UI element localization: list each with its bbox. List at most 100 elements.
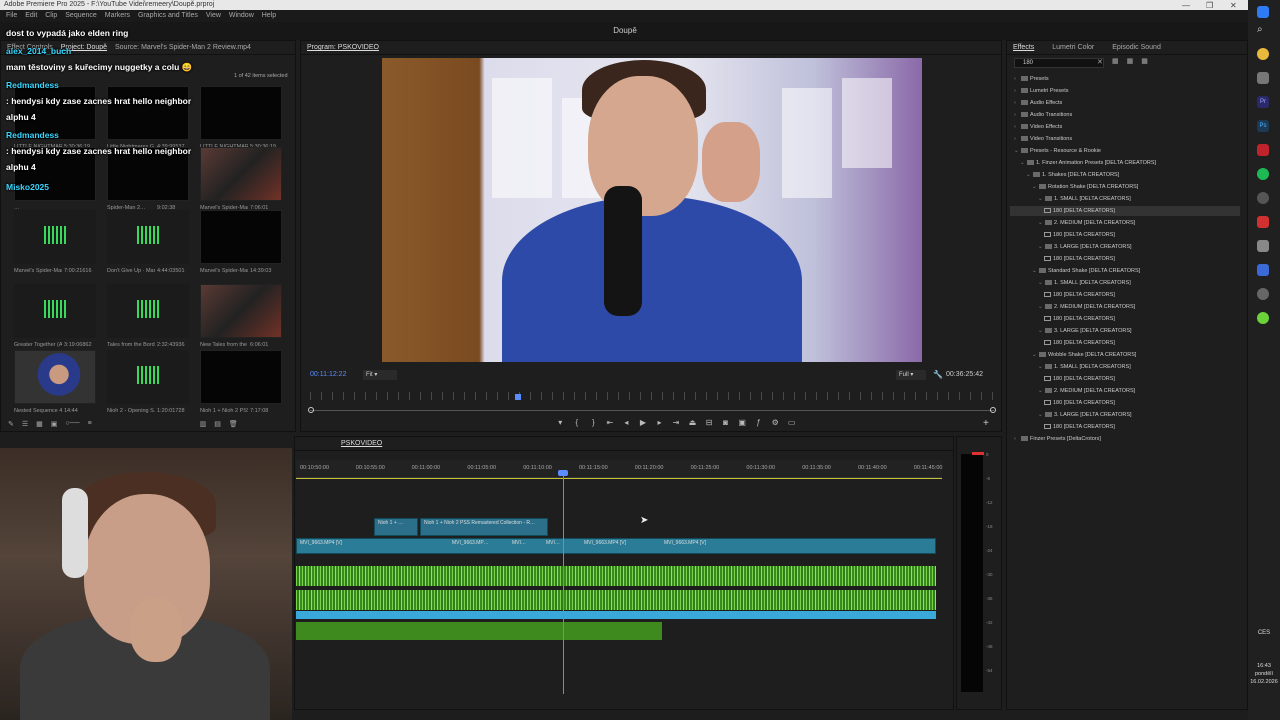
extract-icon[interactable]: ⊟ <box>705 418 714 428</box>
project-item-thumbnail[interactable] <box>107 210 189 264</box>
work-area-bar[interactable] <box>296 478 942 479</box>
comparison-view-icon[interactable]: ▣ <box>738 418 747 428</box>
menu-view[interactable]: View <box>206 12 221 19</box>
effects-folder[interactable]: ⌄ 3. LARGE [DELTA CREATORS] <box>1038 244 1132 250</box>
step-back-icon[interactable]: ◂ <box>622 418 631 428</box>
language-indicator[interactable]: CES <box>1252 630 1276 636</box>
scroll-handle-right[interactable] <box>990 407 996 413</box>
fx-toggle-icon[interactable]: ƒ <box>754 418 763 428</box>
scroll-handle-left[interactable] <box>308 407 314 413</box>
list-view-icon[interactable]: ☰ <box>22 420 28 430</box>
close-icon[interactable]: ✕ <box>1230 1 1237 10</box>
collapse-icon[interactable]: ⌄ <box>1032 184 1039 190</box>
project-item-thumbnail[interactable] <box>200 284 282 338</box>
effect-preset-item[interactable]: 180 [DELTA CREATORS] <box>1044 208 1115 214</box>
effects-folder[interactable]: › Lumetri Presets <box>1014 88 1069 94</box>
expand-icon[interactable]: › <box>1014 136 1021 142</box>
export-frame-icon[interactable]: ◙ <box>721 418 730 428</box>
effects-folder[interactable]: › Audio Transitions <box>1014 112 1072 118</box>
effects-folder[interactable]: ⌄ 2. MEDIUM [DELTA CREATORS] <box>1038 304 1135 310</box>
collapse-icon[interactable]: ⌄ <box>1032 268 1039 274</box>
project-item-thumbnail[interactable] <box>107 86 189 140</box>
new-item-icon[interactable]: ▤ <box>214 420 221 430</box>
clock[interactable]: 16:43 pondělí 16.02.2026 <box>1250 662 1278 686</box>
collapse-icon[interactable]: ⌄ <box>1038 328 1045 334</box>
tab-program[interactable]: Program: PSKOVIDEO <box>307 44 379 51</box>
tab-effects[interactable]: Effects <box>1013 44 1034 51</box>
program-playhead[interactable] <box>515 394 521 400</box>
collapse-icon[interactable]: ⌄ <box>1014 148 1021 154</box>
audio-track-1[interactable] <box>296 566 936 586</box>
lift-icon[interactable]: ⏏ <box>688 418 697 428</box>
effects-folder[interactable]: › Finzer Presets [DeltaCrotors] <box>1014 436 1101 442</box>
effect-preset-item[interactable]: 180 [DELTA CREATORS] <box>1044 424 1115 430</box>
new-bin-icon[interactable]: ▥ <box>200 420 207 430</box>
go-to-out-icon[interactable]: ⇥ <box>672 418 681 428</box>
effect-preset-item[interactable]: 180 [DELTA CREATORS] <box>1044 400 1115 406</box>
expand-icon[interactable]: › <box>1014 88 1021 94</box>
menu-markers[interactable]: Markers <box>105 12 130 19</box>
expand-icon[interactable]: › <box>1014 124 1021 130</box>
effects-folder[interactable]: ⌄ 1. Shakes [DELTA CREATORS] <box>1026 172 1119 178</box>
collapse-icon[interactable]: ⌄ <box>1038 412 1045 418</box>
collapse-icon[interactable]: ⌄ <box>1026 172 1033 178</box>
clear-search-icon[interactable]: ✕ <box>1097 58 1103 66</box>
freeform-view-icon[interactable]: ▣ <box>51 420 58 430</box>
effect-preset-item[interactable]: 180 [DELTA CREATORS] <box>1044 376 1115 382</box>
files-icon[interactable] <box>1257 72 1269 84</box>
effects-folder[interactable]: › Video Effects <box>1014 124 1062 130</box>
program-video-frame[interactable] <box>382 58 922 362</box>
tab-lumetri-color[interactable]: Lumetri Color <box>1052 44 1094 51</box>
app-gray-icon[interactable] <box>1257 288 1269 300</box>
maximize-icon[interactable]: ❐ <box>1206 1 1213 10</box>
sort-icon[interactable]: ≡ <box>88 420 92 430</box>
collapse-icon[interactable]: ⌄ <box>1038 244 1045 250</box>
play-icon[interactable]: ▶ <box>639 418 648 428</box>
effects-folder[interactable]: ⌄ Rotation Shake [DELTA CREATORS] <box>1032 184 1138 190</box>
effects-folder[interactable]: › Video Transitions <box>1014 136 1072 142</box>
menu-graphics[interactable]: Graphics and Titles <box>138 12 198 19</box>
project-item-thumbnail[interactable] <box>14 210 96 264</box>
collapse-icon[interactable]: ⌄ <box>1038 388 1045 394</box>
collapse-icon[interactable]: ⌄ <box>1020 160 1027 166</box>
expand-icon[interactable]: › <box>1014 436 1021 442</box>
project-item-thumbnail[interactable] <box>107 284 189 338</box>
effects-folder[interactable]: › Audio Effects <box>1014 100 1062 106</box>
menu-help[interactable]: Help <box>262 12 276 19</box>
search-icon[interactable]: ⌕ <box>1257 24 1269 36</box>
pencil-icon[interactable]: ✎ <box>8 420 14 430</box>
zoom-fit-select[interactable]: Fit ▾ <box>363 370 397 380</box>
add-button-icon[interactable]: + <box>983 418 989 429</box>
effects-folder[interactable]: ⌄ Standard Shake [DELTA CREATORS] <box>1032 268 1140 274</box>
effect-preset-item[interactable]: 180 [DELTA CREATORS] <box>1044 232 1115 238</box>
chrome-icon[interactable] <box>1257 48 1269 60</box>
zoom-scrollbar[interactable] <box>310 410 994 411</box>
effects-folder[interactable]: ⌄ 2. MEDIUM [DELTA CREATORS] <box>1038 220 1135 226</box>
menu-file[interactable]: File <box>6 12 17 19</box>
playhead-timecode[interactable]: 00:11:12:22 <box>310 371 346 378</box>
collapse-icon[interactable]: ⌄ <box>1038 304 1045 310</box>
settings-icon[interactable]: ⚙ <box>771 418 780 428</box>
audio-track-3[interactable] <box>296 622 662 640</box>
windows-start-icon[interactable] <box>1257 6 1269 18</box>
effects-folder[interactable]: ⌄ 1. SMALL [DELTA CREATORS] <box>1038 280 1131 286</box>
effects-folder[interactable]: ⌄ 1. SMALL [DELTA CREATORS] <box>1038 196 1131 202</box>
app-red-icon[interactable] <box>1257 144 1269 156</box>
wrench-icon[interactable]: 🔧 <box>933 370 943 379</box>
app-green-icon[interactable] <box>1257 312 1269 324</box>
menu-sequence[interactable]: Sequence <box>65 12 97 19</box>
effects-folder[interactable]: › Presets <box>1014 76 1049 82</box>
spotify-icon[interactable] <box>1257 168 1269 180</box>
project-item-thumbnail[interactable] <box>107 350 189 404</box>
effect-preset-item[interactable]: 180 [DELTA CREATORS] <box>1044 256 1115 262</box>
collapse-icon[interactable]: ⌄ <box>1032 352 1039 358</box>
effects-folder[interactable]: ⌄ 1. Finzer Animation Presets [DELTA CREA… <box>1020 160 1156 166</box>
project-item-thumbnail[interactable] <box>14 284 96 338</box>
menu-window[interactable]: Window <box>229 12 254 19</box>
photoshop-icon[interactable]: Ps <box>1257 120 1269 132</box>
yuv-effects-icon[interactable]: ▦ <box>1141 57 1148 65</box>
go-to-in-icon[interactable]: ⇤ <box>606 418 615 428</box>
menu-edit[interactable]: Edit <box>25 12 37 19</box>
tab-source[interactable]: Source: Marvel's Spider-Man 2 Review.mp4 <box>115 44 251 51</box>
premiere-icon[interactable]: Pr <box>1257 96 1269 108</box>
